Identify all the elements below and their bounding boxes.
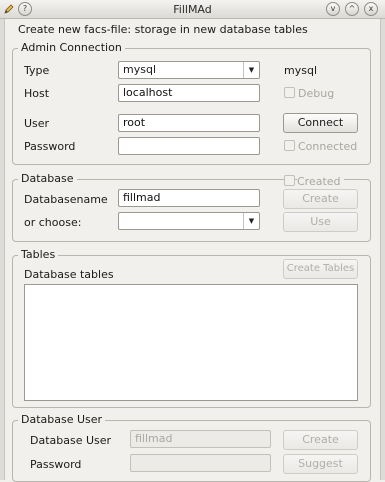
created-checkbox[interactable] — [284, 175, 295, 186]
or-choose-label: or choose: — [24, 216, 82, 229]
debug-label: Debug — [298, 87, 335, 100]
type-select[interactable]: mysql ▼ — [118, 61, 260, 79]
type-select-value: mysql — [123, 63, 156, 76]
type-label: Type — [24, 64, 50, 77]
chevron-down-icon: ▼ — [243, 213, 259, 229]
database-user-legend: Database User — [18, 413, 106, 426]
password-label: Password — [24, 140, 76, 153]
close-icon[interactable]: x — [364, 2, 378, 16]
database-user-input[interactable]: fillmad — [130, 430, 271, 448]
connected-checkbox[interactable] — [284, 140, 295, 151]
user-input[interactable]: root — [118, 114, 260, 132]
database-user-label: Database User — [30, 434, 112, 447]
host-label: Host — [24, 87, 50, 100]
database-legend: Database — [18, 172, 77, 185]
database-tables-label: Database tables — [24, 268, 114, 281]
host-input[interactable]: localhost — [118, 84, 260, 102]
maximize-icon[interactable]: ^ — [345, 2, 359, 16]
chevron-down-icon: ▼ — [243, 62, 259, 78]
user-label: User — [24, 117, 50, 130]
db-password-input[interactable] — [130, 454, 271, 472]
database-tables-list[interactable] — [24, 284, 358, 401]
header-text: Create new facs-file: storage in new dat… — [18, 23, 308, 36]
right-edge — [380, 19, 385, 480]
database-choose-select[interactable]: ▼ — [118, 212, 260, 230]
created-label: Created — [297, 175, 344, 188]
minimize-icon[interactable]: v — [326, 2, 340, 16]
password-input[interactable] — [118, 137, 260, 155]
create-tables-button[interactable]: Create Tables — [283, 259, 358, 279]
type-display: mysql — [284, 64, 317, 77]
db-password-label: Password — [30, 458, 82, 471]
left-edge — [0, 19, 5, 480]
databasename-label: Databasename — [24, 193, 108, 206]
use-database-button[interactable]: Use — [283, 212, 358, 232]
debug-checkbox[interactable] — [284, 87, 295, 98]
connect-button[interactable]: Connect — [283, 113, 358, 133]
databasename-input[interactable]: fillmad — [118, 189, 260, 207]
admin-connection-legend: Admin Connection — [18, 41, 125, 54]
tables-legend: Tables — [18, 248, 59, 261]
create-user-button[interactable]: Create — [283, 430, 358, 450]
suggest-button[interactable]: Suggest — [283, 454, 358, 474]
create-database-button[interactable]: Create — [283, 189, 358, 209]
connected-label: Connected — [298, 140, 358, 153]
